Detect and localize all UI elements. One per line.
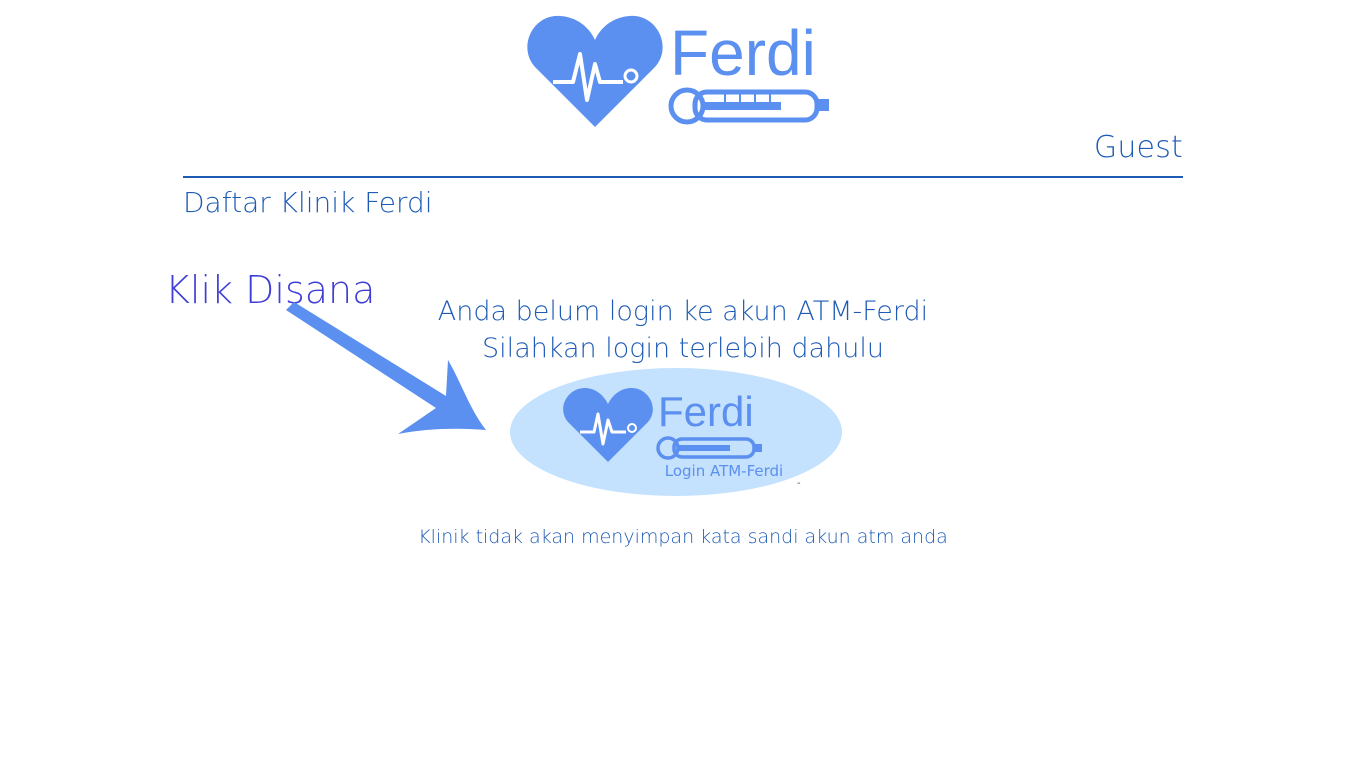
brand-name: Ferdi bbox=[670, 17, 816, 89]
page-title: Daftar Klinik Ferdi bbox=[183, 186, 433, 219]
login-brand-name: Ferdi bbox=[658, 388, 754, 435]
privacy-note: Klinik tidak akan menyimpan kata sandi a… bbox=[418, 526, 948, 548]
logo-graphic: Ferdi bbox=[527, 15, 829, 127]
thermometer-icon bbox=[668, 87, 829, 125]
login-required-message: Anda belum login ke akun ATM-Ferdi bbox=[437, 296, 929, 327]
page: Ferdi Guest Daftar Klinik Ferdi Klik Dis… bbox=[0, 0, 1366, 768]
login-logo-graphic: Ferdi bbox=[563, 387, 762, 462]
thermometer-icon bbox=[656, 436, 762, 460]
login-button-label: Login ATM-Ferdi bbox=[664, 462, 784, 480]
header-divider bbox=[183, 176, 1183, 178]
login-instruction-message: Silahkan login terlebih dahulu bbox=[482, 333, 884, 364]
login-atm-ferdi-button[interactable]: Ferdi Login ATM-Ferdi bbox=[510, 368, 842, 496]
dash-mark: - bbox=[797, 478, 801, 489]
brand-logo: Ferdi bbox=[525, 12, 845, 132]
user-name: Guest bbox=[1093, 130, 1183, 165]
